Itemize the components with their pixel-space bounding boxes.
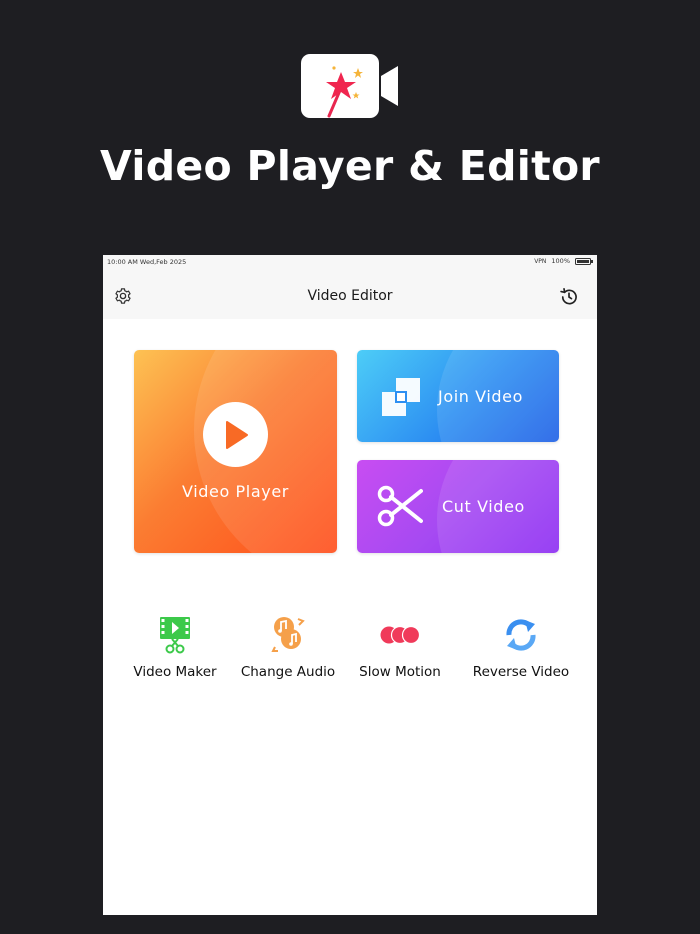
reverse-arrows-icon bbox=[506, 619, 536, 651]
change-audio-tool[interactable]: Change Audio bbox=[228, 615, 348, 680]
film-scissors-icon bbox=[160, 617, 190, 654]
video-maker-tool[interactable]: Video Maker bbox=[115, 615, 235, 680]
music-swap-icon bbox=[271, 617, 305, 652]
cut-video-card[interactable]: Cut Video bbox=[357, 460, 559, 553]
video-player-label: Video Player bbox=[182, 482, 289, 501]
three-dots-icon bbox=[380, 625, 420, 645]
video-camera-magic-wand-icon bbox=[301, 54, 398, 118]
history-icon bbox=[560, 288, 577, 305]
video-player-card[interactable]: Video Player bbox=[134, 350, 337, 553]
scissors-icon bbox=[377, 485, 423, 527]
battery-icon bbox=[575, 257, 593, 265]
join-video-label: Join Video bbox=[438, 387, 524, 406]
play-icon bbox=[226, 421, 248, 449]
history-button[interactable] bbox=[559, 287, 579, 307]
status-time-date: 10:00 AM Wed,Feb 2025 bbox=[107, 258, 187, 266]
status-vpn: VPN bbox=[534, 257, 547, 265]
status-bar: 10:00 AM Wed,Feb 2025 VPN 100% bbox=[103, 255, 597, 269]
slow-motion-label: Slow Motion bbox=[359, 664, 441, 680]
join-video-card[interactable]: Join Video bbox=[357, 350, 559, 442]
video-maker-label: Video Maker bbox=[133, 664, 217, 680]
reverse-video-tool[interactable]: Reverse Video bbox=[461, 615, 581, 680]
cut-video-label: Cut Video bbox=[442, 497, 525, 516]
battery-percent: 100% bbox=[551, 257, 570, 265]
reverse-video-label: Reverse Video bbox=[472, 664, 570, 680]
join-squares-icon bbox=[382, 378, 420, 416]
change-audio-label: Change Audio bbox=[240, 664, 336, 680]
status-right: VPN 100% bbox=[534, 257, 593, 265]
app-logo bbox=[301, 54, 401, 120]
promo-title: Video Player & Editor bbox=[100, 142, 600, 190]
device-screen: 10:00 AM Wed,Feb 2025 VPN 100% Video Edi… bbox=[103, 255, 597, 915]
play-button bbox=[203, 402, 268, 467]
nav-title: Video Editor bbox=[307, 288, 393, 304]
nav-bar: Video Editor bbox=[103, 269, 597, 319]
slow-motion-tool[interactable]: Slow Motion bbox=[340, 615, 460, 680]
